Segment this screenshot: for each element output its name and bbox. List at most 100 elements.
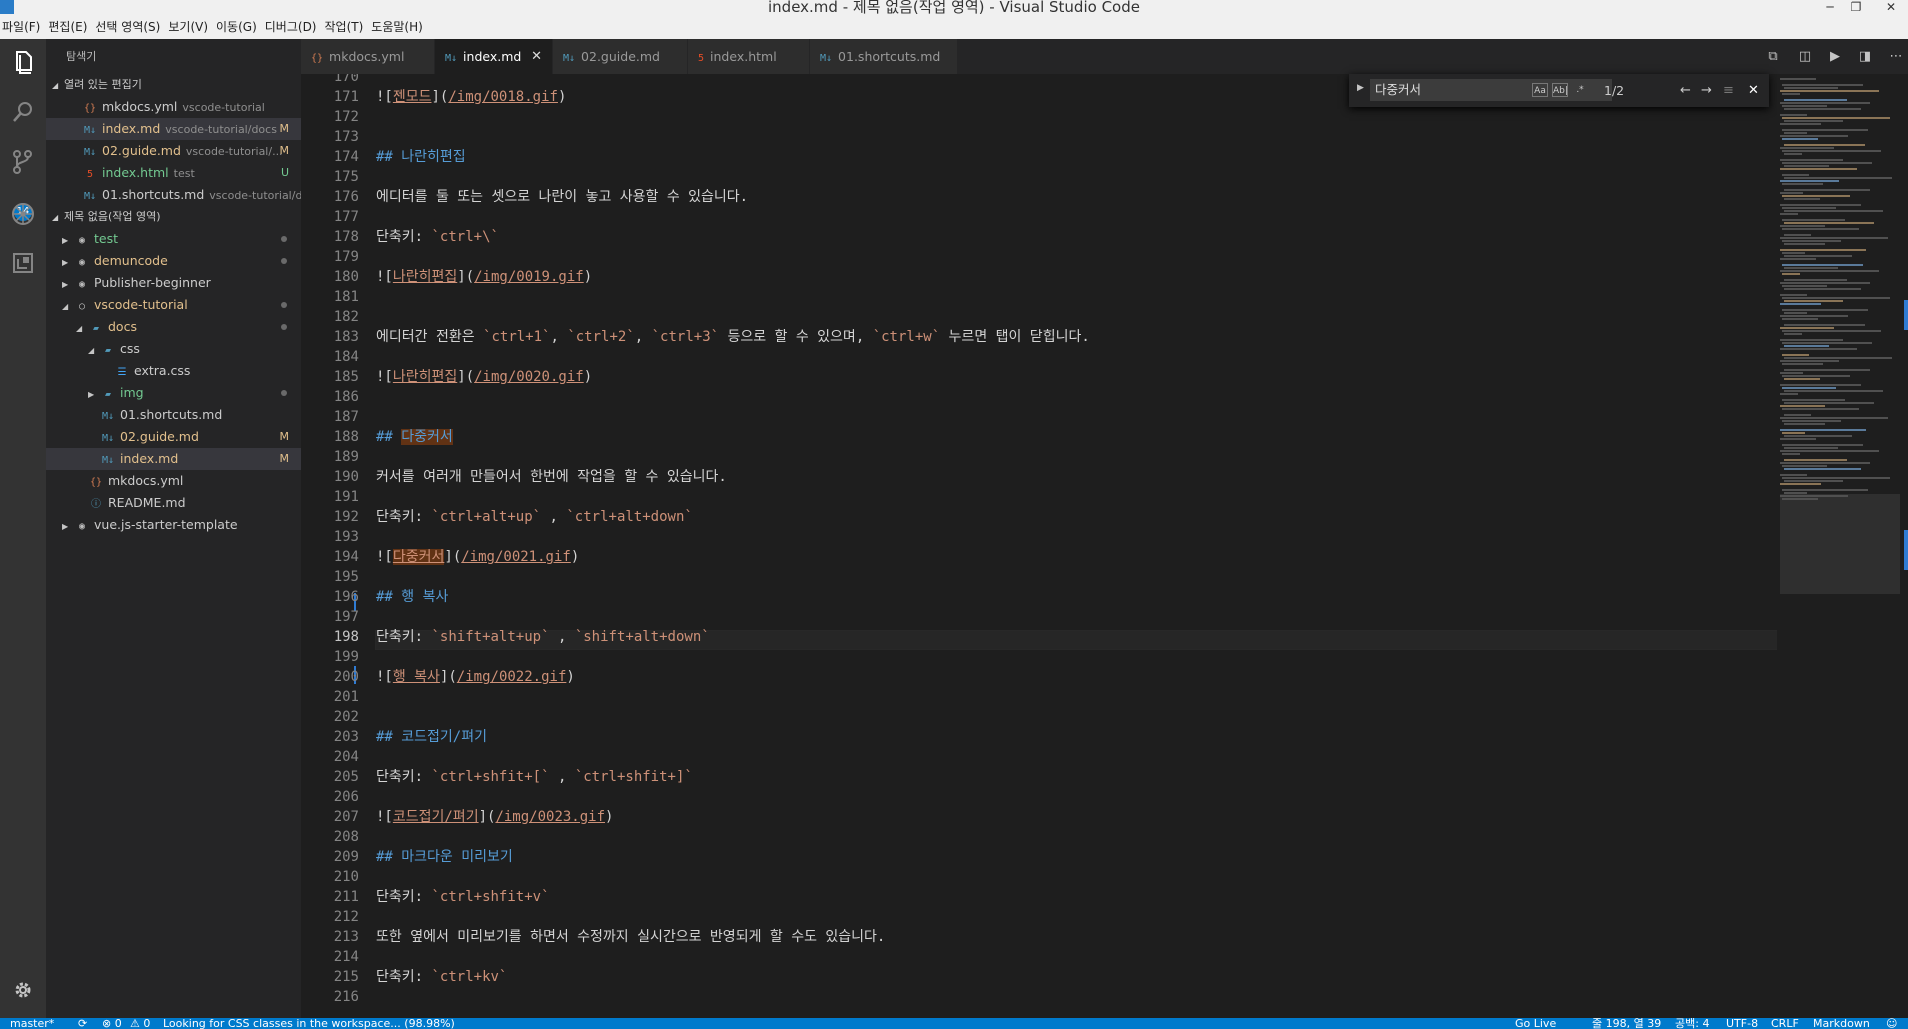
find-in-selection-icon[interactable]: ≡ bbox=[1723, 74, 1734, 107]
chevron-down-icon: ◢ bbox=[88, 346, 95, 355]
warnings-count[interactable]: ⚠ 0 bbox=[130, 1018, 150, 1029]
tree-folder[interactable]: ◢ ○ vscode-tutorial bbox=[46, 294, 301, 316]
tab-01-shortcuts-md[interactable]: M↓ 01.shortcuts.md bbox=[810, 39, 958, 74]
minimap-line bbox=[1780, 438, 1816, 440]
tree-folder[interactable]: ▶ ◉ Publisher-beginner bbox=[46, 272, 301, 294]
yaml-file-icon: {} bbox=[83, 103, 97, 114]
tab-mkdocs-yml[interactable]: {} mkdocs.yml bbox=[301, 39, 435, 74]
tree-folder[interactable]: ▶ ◉ test bbox=[46, 228, 301, 250]
sync-icon[interactable]: ⟳ bbox=[78, 1018, 87, 1029]
minimap-line bbox=[1780, 180, 1839, 182]
close-find-icon[interactable]: ✕ bbox=[1748, 74, 1759, 107]
minimap-line bbox=[1782, 375, 1850, 377]
markdown-file-icon: M↓ bbox=[563, 53, 576, 64]
minimap-line bbox=[1782, 150, 1881, 152]
menu-selection[interactable]: 선택 영역(S) bbox=[95, 15, 166, 39]
encoding-setting[interactable]: UTF-8 bbox=[1726, 1018, 1758, 1029]
menu-go[interactable]: 이동(G) bbox=[216, 15, 263, 39]
open-changes-icon[interactable]: ⧉ bbox=[1764, 48, 1782, 66]
menu-tasks[interactable]: 작업(T) bbox=[325, 15, 370, 39]
minimap-viewport[interactable] bbox=[1780, 494, 1900, 594]
tree-folder[interactable]: ◢ ▰ docs bbox=[46, 316, 301, 338]
split-editor-icon[interactable]: ◨ bbox=[1856, 48, 1874, 66]
minimap-line bbox=[1780, 204, 1861, 206]
debug-icon[interactable] bbox=[6, 197, 40, 231]
source-control-icon[interactable] bbox=[6, 145, 40, 179]
tree-folder[interactable]: ▶ ◉ demuncode bbox=[46, 250, 301, 272]
match-count: 1/2 bbox=[1604, 83, 1625, 98]
language-mode[interactable]: Markdown bbox=[1813, 1018, 1870, 1029]
open-editor-item[interactable]: {} mkdocs.yml vscode-tutorial bbox=[46, 96, 301, 118]
tree-file[interactable]: {} mkdocs.yml bbox=[46, 470, 301, 492]
restore-button[interactable]: ❐ bbox=[1843, 0, 1869, 14]
tree-file[interactable]: ☰ extra.css bbox=[46, 360, 301, 382]
whole-word-toggle[interactable]: Ab| bbox=[1552, 83, 1568, 97]
tree-folder[interactable]: ▶ ◉ vue.js-starter-template bbox=[46, 514, 301, 536]
open-editor-item[interactable]: M↓ index.md vscode-tutorial/docs M bbox=[46, 118, 301, 140]
cursor-position[interactable]: 줄 198, 열 39 bbox=[1592, 1018, 1661, 1029]
tree-file[interactable]: M↓ 01.shortcuts.md bbox=[46, 404, 301, 426]
toggle-replace-icon[interactable]: ▶ bbox=[1357, 83, 1364, 93]
tree-folder[interactable]: ◢ ▰ css bbox=[46, 338, 301, 360]
title-bar: index.md - 제목 없음(작업 영역) - Visual Studio … bbox=[0, 0, 1908, 15]
minimap-line bbox=[1782, 117, 1890, 119]
open-editor-item[interactable]: M↓01.shortcuts.mdvscode-tutorial/do... bbox=[46, 184, 301, 206]
previous-match-icon[interactable]: ← bbox=[1680, 74, 1691, 107]
minimap[interactable] bbox=[1777, 74, 1908, 1018]
errors-count[interactable]: ⊗ 0 bbox=[102, 1018, 122, 1029]
minimap-line bbox=[1780, 450, 1879, 452]
tab-index-md[interactable]: M↓ index.md ✕ bbox=[435, 39, 553, 74]
minimap-line bbox=[1784, 402, 1874, 404]
open-editor-item[interactable]: M↓ 02.guide.md vscode-tutorial/... M bbox=[46, 140, 301, 162]
minimap-line bbox=[1782, 207, 1836, 209]
open-editor-item[interactable]: 5 index.html test U bbox=[46, 162, 301, 184]
line-number: 190 bbox=[333, 469, 359, 485]
menu-debug[interactable]: 디버그(D) bbox=[265, 15, 323, 39]
minimize-button[interactable]: ─ bbox=[1817, 0, 1843, 14]
close-tab-icon[interactable]: ✕ bbox=[531, 39, 542, 74]
run-icon[interactable]: ▶ bbox=[1826, 48, 1844, 66]
workspace-header[interactable]: ◢ 제목 없음(작업 영역) bbox=[46, 206, 301, 228]
match-case-toggle[interactable]: Aa bbox=[1532, 83, 1548, 97]
eol-setting[interactable]: CRLF bbox=[1771, 1018, 1799, 1029]
tab-02-guide-md[interactable]: M↓ 02.guide.md bbox=[553, 39, 688, 74]
minimap-line bbox=[1780, 405, 1825, 407]
line-number: 209 bbox=[333, 849, 359, 865]
status-badge: M bbox=[279, 122, 290, 135]
gear-icon[interactable] bbox=[6, 973, 40, 1007]
minimap-line bbox=[1784, 198, 1820, 200]
explorer-icon[interactable] bbox=[6, 45, 40, 79]
regex-toggle[interactable]: .* bbox=[1572, 83, 1588, 97]
menu-edit[interactable]: 편집(E) bbox=[48, 15, 93, 39]
open-editors-header[interactable]: ◢ 열려 있는 편집기 bbox=[46, 74, 301, 96]
feedback-icon[interactable]: ☺ bbox=[1886, 1018, 1897, 1029]
tree-folder[interactable]: ▶ ▰ img bbox=[46, 382, 301, 404]
minimap-line bbox=[1784, 189, 1870, 191]
code-line-180: ![나란히편집](/img/0019.gif) bbox=[376, 269, 593, 285]
info-icon: ⓘ bbox=[91, 499, 101, 510]
tree-file[interactable]: M↓ index.md M bbox=[46, 448, 301, 470]
more-actions-icon[interactable]: ⋯ bbox=[1887, 48, 1905, 66]
tree-file[interactable]: M↓ 02.guide.md M bbox=[46, 426, 301, 448]
search-icon[interactable] bbox=[6, 95, 40, 129]
minimap-line bbox=[1780, 225, 1825, 227]
go-live-button[interactable]: Go Live bbox=[1515, 1018, 1556, 1029]
line-number: 184 bbox=[333, 349, 359, 365]
minimap-line bbox=[1780, 429, 1866, 431]
menu-view[interactable]: 보기(V) bbox=[168, 15, 214, 39]
minimap-line bbox=[1784, 300, 1843, 302]
next-match-icon[interactable]: → bbox=[1701, 74, 1712, 107]
indentation-setting[interactable]: 공백: 4 bbox=[1675, 1018, 1709, 1029]
code-editor[interactable]: ![젠모드](/img/0018.gif) ## 나란히편집 에디터를 둘 또는… bbox=[301, 74, 1777, 1018]
menu-help[interactable]: 도움말(H) bbox=[371, 15, 429, 39]
minimap-line bbox=[1782, 105, 1827, 107]
preview-icon[interactable]: ◫ bbox=[1796, 48, 1814, 66]
menu-file[interactable]: 파일(F) bbox=[2, 15, 46, 39]
minimap-line bbox=[1782, 354, 1809, 356]
tree-file[interactable]: ⓘ README.md bbox=[46, 492, 301, 514]
tab-index-html[interactable]: 5 index.html bbox=[688, 39, 810, 74]
close-window-button[interactable]: ✕ bbox=[1878, 0, 1904, 14]
branch-indicator[interactable]: master* bbox=[10, 1018, 54, 1029]
extensions-icon[interactable] bbox=[6, 245, 40, 279]
minimap-line bbox=[1782, 477, 1890, 479]
